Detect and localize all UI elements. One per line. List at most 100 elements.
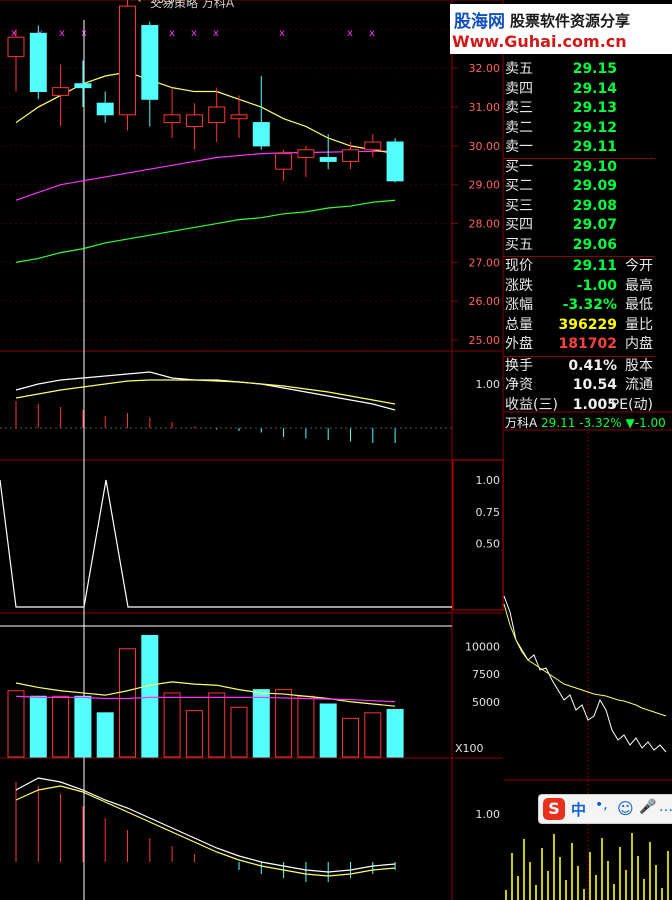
ask-value: 29.12: [572, 119, 617, 136]
candle-body: [52, 87, 70, 96]
candle-body: [119, 5, 136, 116]
price-axis-label: 32.00: [469, 62, 501, 75]
candle-body: [297, 149, 315, 159]
stat-value: 181702: [558, 336, 617, 352]
volume-bar: [319, 703, 337, 758]
mini-avg-line: [503, 603, 667, 717]
volume-bar: [74, 695, 92, 758]
stat2-value: 10.54: [572, 377, 617, 393]
stat2-value: 0.41%: [568, 357, 617, 374]
volume-bar: [163, 692, 181, 758]
top-marker: x: [279, 28, 285, 39]
stat-row: 总量 396229 量比: [503, 316, 655, 335]
top-marker: x: [59, 28, 65, 39]
candle-body: [230, 114, 248, 120]
volume-bar: [230, 706, 248, 758]
candle-body: [342, 149, 359, 162]
candle-body: [163, 114, 181, 124]
ask-label: 卖三: [505, 100, 533, 116]
punctuation-icon[interactable]: •,: [595, 797, 608, 813]
bid-value: 29.10: [572, 158, 617, 175]
ind4-line1: [15, 777, 396, 873]
mini-pct: -3.32%: [579, 416, 622, 430]
volume-bar: [275, 689, 293, 758]
candle-body: [252, 122, 270, 147]
candle-body: [29, 32, 47, 93]
emoji-icon[interactable]: ☺: [617, 799, 634, 818]
ask-value: 29.13: [572, 100, 617, 116]
ask-value: 29.11: [572, 139, 617, 155]
bid-value: 29.09: [572, 178, 617, 194]
bid-label: 买二: [505, 178, 533, 194]
volume-bar: [141, 635, 159, 758]
stat-label: 外盘: [505, 336, 533, 352]
stat-row: 外盘 181702 内盘: [503, 335, 655, 354]
stat-value: -3.32%: [562, 297, 617, 313]
top-marker: x: [369, 28, 375, 39]
ime-toolbar[interactable]: S 中 •, ☺ 🎤 …: [538, 794, 672, 824]
vol-axis-label: 5000: [472, 696, 500, 709]
volume-bar: [29, 695, 47, 758]
stat-label2: 最低: [625, 297, 653, 313]
stat-value: -1.00: [576, 277, 617, 294]
candle-body: [96, 102, 114, 116]
ind2-axis-label: 1.00: [476, 474, 501, 487]
logo-brand: 股海网: [454, 12, 505, 32]
candle-body: [141, 25, 159, 100]
candle-body: [74, 83, 92, 89]
ma20-line: [15, 150, 396, 201]
ask-row: 卖三 29.13: [503, 99, 655, 118]
bid-label: 买四: [505, 217, 533, 233]
stat2-label: 收益(三): [505, 396, 558, 413]
volume-bar: [52, 695, 70, 758]
bid-row: 买五 29.06: [503, 236, 655, 255]
stat-label: 涨幅: [505, 297, 533, 313]
stat-label: 总量: [505, 316, 533, 333]
ask-row: 卖二 29.12: [503, 119, 655, 138]
bid-value: 29.06: [572, 236, 617, 253]
bid-row: 买四 29.07: [503, 216, 655, 235]
sogou-logo-icon[interactable]: S: [543, 798, 565, 820]
ask-label: 卖四: [505, 80, 533, 97]
price-axis-label: 25.00: [469, 334, 501, 347]
volume-bar: [7, 690, 25, 758]
ask-row: 卖五 29.15: [503, 60, 655, 79]
price-axis-label: 26.00: [469, 295, 501, 308]
ask-value: 29.15: [572, 61, 617, 77]
stat2-row: 净资 10.54 流通: [503, 376, 655, 395]
ma10-line: [15, 71, 396, 155]
bid-label: 买三: [505, 197, 533, 214]
ask-label: 卖五: [505, 61, 533, 77]
more-icon[interactable]: …: [659, 799, 672, 815]
ime-mode-toggle[interactable]: 中: [571, 799, 586, 820]
vol-axis-label: 10000: [465, 641, 500, 654]
vol-axis-label: 7500: [472, 668, 500, 681]
ind2-axis-label: 0.50: [476, 538, 501, 551]
candle-body: [319, 157, 337, 162]
microphone-icon[interactable]: 🎤: [639, 799, 656, 815]
price-axis-label: 28.00: [469, 218, 501, 231]
dif-line: [15, 371, 396, 411]
stat-row: 涨幅 -3.32% 最低: [503, 296, 655, 315]
mini-name: 万科A: [505, 416, 538, 430]
mini-price-line: [503, 595, 667, 753]
stat-label: 涨跌: [505, 277, 533, 294]
stat-label: 现价: [505, 258, 533, 274]
vol-ma2-line: [15, 695, 396, 703]
ask-label: 卖二: [505, 119, 533, 136]
volume-bar: [386, 709, 404, 758]
candle-body: [185, 114, 203, 127]
candle-body: [275, 153, 293, 170]
stat2-label2: 股本: [625, 357, 653, 374]
candle-body: [208, 106, 226, 124]
stat-value: 396229: [558, 316, 617, 333]
watermark-logo: 股海网 股票软件资源分享 Www.Guhai.com.cn: [450, 4, 672, 54]
volume-bar: [96, 712, 114, 758]
ask-label: 卖一: [505, 139, 533, 155]
volume-bar: [252, 689, 270, 758]
candle-body: [386, 141, 404, 182]
bid-value: 29.07: [572, 217, 617, 233]
stat2-label: 换手: [505, 357, 533, 374]
top-marker: x: [191, 28, 197, 39]
mini-price: 29.11: [541, 416, 576, 430]
